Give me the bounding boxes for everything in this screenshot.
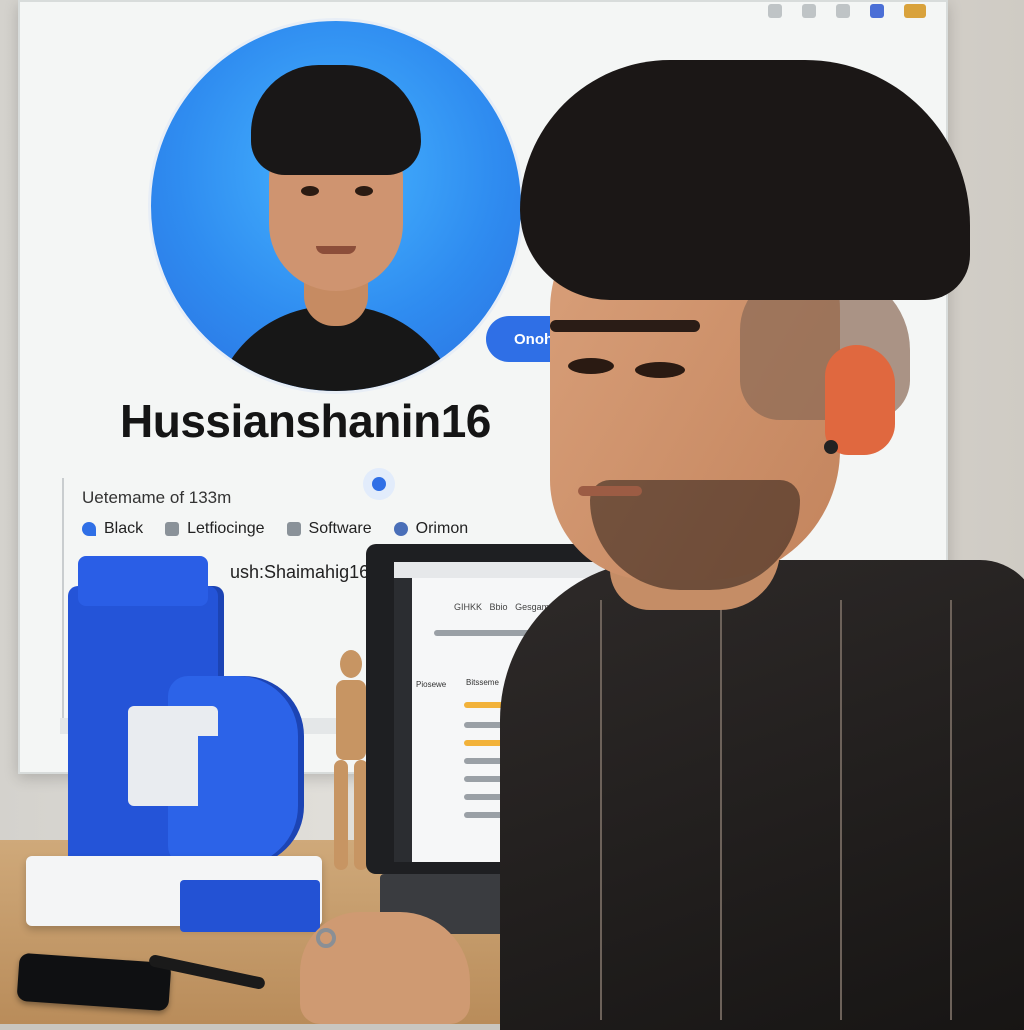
logo-base-block <box>180 880 320 932</box>
tag-label: Black <box>104 520 144 537</box>
dots-icon <box>286 522 301 536</box>
avatar-eye <box>301 186 319 196</box>
tag-item[interactable]: Letfiocinge <box>165 520 265 538</box>
person-eye <box>635 362 685 378</box>
profile-meta: Uetemame of 133m <box>82 488 232 507</box>
jacket-stripe <box>600 600 602 1020</box>
jacket-stripe <box>840 600 842 1020</box>
pin-icon <box>82 522 96 536</box>
person-ear <box>825 345 895 455</box>
chat-icon <box>393 522 408 536</box>
person-hair <box>520 60 970 300</box>
ring <box>316 928 336 948</box>
person <box>460 40 1024 1030</box>
avatar-hair <box>251 65 421 175</box>
jacket-stripe <box>950 600 952 1020</box>
profile-icon[interactable] <box>870 4 884 18</box>
tag-label: Letfiocinge <box>187 520 265 537</box>
avatar-mouth <box>316 246 356 254</box>
tag-icon <box>165 522 180 536</box>
screen-toolbar <box>768 4 926 18</box>
logo-top <box>78 556 208 606</box>
person-eye <box>568 358 614 374</box>
logo-counter <box>198 736 258 826</box>
bookmark-icon[interactable] <box>802 4 816 18</box>
tag-label: Software <box>308 520 372 537</box>
verified-badge-icon <box>363 468 395 500</box>
settings-icon[interactable] <box>768 4 782 18</box>
earring-stud <box>824 440 838 454</box>
profile-tags: Black Letfiocinge Software Orimon <box>82 520 468 538</box>
person-mouth <box>578 486 642 496</box>
tag-item[interactable]: Black <box>82 520 143 538</box>
pencil-icon[interactable] <box>904 4 926 18</box>
laptop-sidebar <box>394 578 412 862</box>
blue-logo-sculpture <box>68 556 318 896</box>
avatar-eye <box>355 186 373 196</box>
tag-item[interactable]: Orimon <box>393 520 468 538</box>
person-brow <box>550 320 700 332</box>
notification-icon[interactable] <box>836 4 850 18</box>
divider <box>62 478 64 718</box>
profile-username: Hussianshanin16 <box>120 395 491 447</box>
person-jacket <box>500 560 1024 1030</box>
laptop-section-label: Piosewe <box>416 680 447 689</box>
jacket-stripe <box>720 600 722 1020</box>
tag-item[interactable]: Software <box>286 520 372 538</box>
